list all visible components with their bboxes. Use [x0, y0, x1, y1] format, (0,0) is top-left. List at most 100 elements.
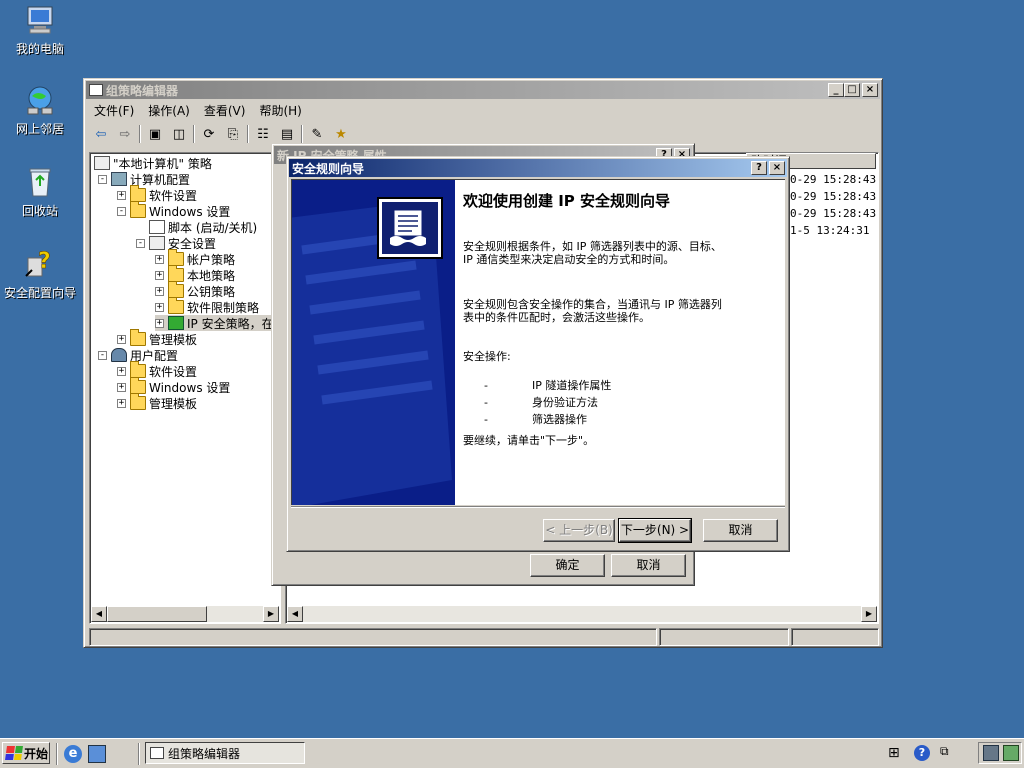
- scroll-left-button[interactable]: ◀: [91, 606, 107, 622]
- tree-node-label: 本地策略: [187, 268, 236, 283]
- refresh-icon[interactable]: ⟳: [199, 124, 219, 144]
- wizard-continue-hint: 要继续，请单击"下一步"。: [463, 434, 595, 447]
- menu-action[interactable]: 操作(A): [141, 101, 197, 120]
- list-item[interactable]: 0-29 15:28:43: [790, 173, 876, 186]
- list-bullet: -: [483, 413, 488, 426]
- taskbar: 开始 e 组策略编辑器 ⊞ ? ⧉: [0, 738, 1024, 768]
- expand-toggle[interactable]: +: [117, 382, 126, 392]
- help-button[interactable]: ?: [751, 161, 767, 175]
- wizard-banner-graphic: [292, 180, 455, 505]
- start-button[interactable]: 开始: [2, 742, 50, 764]
- policy-icon: [94, 156, 110, 170]
- next-button[interactable]: 下一步(N) >: [618, 518, 692, 543]
- scroll-track[interactable]: [207, 606, 263, 622]
- ip-security-icon: [168, 316, 184, 330]
- network-tray-icon[interactable]: ⊞: [888, 745, 900, 761]
- tree-node-software-settings[interactable]: + 软件设置: [117, 185, 197, 203]
- expand-toggle[interactable]: +: [155, 318, 164, 328]
- properties-icon[interactable]: ☷: [253, 124, 273, 144]
- expand-toggle[interactable]: +: [155, 270, 164, 280]
- collapse-toggle[interactable]: -: [98, 350, 107, 360]
- network-status-icon[interactable]: [983, 745, 999, 761]
- tree-node-user-admin-templates[interactable]: + 管理模板: [117, 393, 197, 411]
- help-icon[interactable]: ▤: [277, 124, 297, 144]
- folder-icon: [130, 377, 146, 394]
- expand-toggle[interactable]: +: [117, 334, 126, 344]
- expand-toggle[interactable]: +: [155, 254, 164, 264]
- gpedit-toolbar: ⇦ ⇨ ▣ ◫ ⟳ ⎘ ☷ ▤ ✎ ★: [87, 123, 351, 145]
- close-button[interactable]: ×: [769, 161, 785, 175]
- scroll-right-button[interactable]: ▶: [263, 606, 279, 622]
- help-tray-icon[interactable]: ?: [914, 745, 930, 761]
- desktop-icon-my-computer[interactable]: 我的电脑: [0, 4, 80, 57]
- detail-hscrollbar[interactable]: ◀ ▶: [287, 606, 877, 622]
- tree-node-user-software-settings[interactable]: + 软件设置: [117, 361, 197, 379]
- maximize-button[interactable]: □: [844, 83, 860, 97]
- internet-explorer-icon[interactable]: e: [64, 745, 82, 763]
- collapse-toggle[interactable]: -: [98, 174, 107, 184]
- tree-node-scripts[interactable]: 脚本 (启动/关机): [149, 219, 257, 235]
- desktop-icon-network[interactable]: 网上邻居: [0, 84, 80, 137]
- tree-node-windows-settings[interactable]: - Windows 设置: [117, 201, 230, 219]
- folder-icon: [130, 201, 146, 218]
- tree-node-software-restriction[interactable]: + 软件限制策略: [155, 297, 259, 315]
- create-policy-icon[interactable]: ✎: [307, 124, 327, 144]
- folder-icon: [168, 297, 184, 314]
- show-desktop-icon[interactable]: [88, 745, 106, 763]
- cancel-button[interactable]: 取消: [703, 519, 778, 542]
- scroll-left-button[interactable]: ◀: [287, 606, 303, 622]
- wizard-titlebar[interactable]: 安全规则向导 ? ×: [289, 159, 787, 177]
- tree-node-admin-templates[interactable]: + 管理模板: [117, 329, 197, 347]
- menu-file[interactable]: 文件(F): [87, 101, 141, 120]
- menu-help[interactable]: 帮助(H): [252, 101, 308, 120]
- back-button[interactable]: < 上一步(B): [543, 519, 615, 542]
- scroll-track[interactable]: [303, 606, 861, 622]
- recycle-bin-icon: [24, 166, 56, 198]
- back-icon[interactable]: ⇦: [91, 124, 111, 144]
- network-places-icon: [24, 84, 56, 116]
- tree-node-account-policy[interactable]: + 帐户策略: [155, 249, 235, 267]
- taskbar-button-label: 组策略编辑器: [168, 746, 241, 761]
- expand-toggle[interactable]: +: [117, 398, 126, 408]
- tree-node-computer-config[interactable]: - 计算机配置: [98, 171, 190, 187]
- export-list-icon[interactable]: ⎘: [223, 124, 243, 144]
- desktop-icon-security-wizard[interactable]: ? 安全配置向导: [0, 248, 82, 301]
- safely-remove-icon[interactable]: [1003, 745, 1019, 761]
- ok-button[interactable]: 确定: [530, 554, 605, 577]
- minimize-button[interactable]: _: [828, 83, 844, 97]
- manage-filters-icon[interactable]: ★: [331, 124, 351, 144]
- expand-toggle[interactable]: +: [117, 190, 126, 200]
- windows-tray-icon[interactable]: ⧉: [940, 744, 949, 759]
- collapse-toggle[interactable]: -: [117, 206, 126, 216]
- security-rule-wizard[interactable]: 安全规则向导 ? × 欢迎使用创建 IP 安全规则向导 安全规则根据条件，如 I…: [286, 156, 790, 552]
- tree-node-label: 脚本 (启动/关机): [168, 220, 258, 235]
- list-item[interactable]: 1-5 13:24:31: [790, 224, 869, 237]
- desktop-icon-recycle-bin[interactable]: 回收站: [0, 166, 80, 219]
- wizard-intro-paragraph: 安全规则根据条件，如 IP 筛选器列表中的源、目标、 IP 通信类型来决定启动安…: [463, 240, 722, 266]
- taskbar-button-gpedit[interactable]: 组策略编辑器: [145, 742, 305, 764]
- wizard-ops-label: 安全操作:: [463, 350, 511, 363]
- expand-toggle[interactable]: +: [117, 366, 126, 376]
- show-hide-tree-icon[interactable]: ◫: [169, 124, 189, 144]
- expand-toggle[interactable]: +: [155, 302, 164, 312]
- tree-node-public-key-policy[interactable]: + 公钥策略: [155, 281, 235, 299]
- list-item[interactable]: 0-29 15:28:43: [790, 207, 876, 220]
- tree-node-root[interactable]: "本地计算机" 策略: [94, 155, 212, 171]
- gpedit-titlebar[interactable]: 组策略编辑器 _ □ ×: [86, 81, 880, 99]
- cancel-button[interactable]: 取消: [611, 554, 686, 577]
- menu-view[interactable]: 查看(V): [197, 101, 253, 120]
- forward-icon[interactable]: ⇨: [115, 124, 135, 144]
- tree-pane[interactable]: "本地计算机" 策略 - 计算机配置 + 软件设置 - Windows 设置 脚…: [89, 152, 281, 624]
- wizard-title: 安全规则向导: [292, 161, 365, 176]
- collapse-toggle[interactable]: -: [136, 238, 145, 248]
- close-button[interactable]: ×: [862, 83, 878, 97]
- scroll-right-button[interactable]: ▶: [861, 606, 877, 622]
- up-folder-icon[interactable]: ▣: [145, 124, 165, 144]
- tree-hscrollbar[interactable]: ◀ ▶: [91, 606, 279, 622]
- scroll-thumb[interactable]: [107, 606, 207, 622]
- list-item[interactable]: 0-29 15:28:43: [790, 190, 876, 203]
- tree-node-local-policy[interactable]: + 本地策略: [155, 265, 236, 283]
- toolbar-separator: [247, 125, 249, 143]
- tree-node-ip-security[interactable]: + IP 安全策略，在: [155, 315, 274, 331]
- expand-toggle[interactable]: +: [155, 286, 164, 296]
